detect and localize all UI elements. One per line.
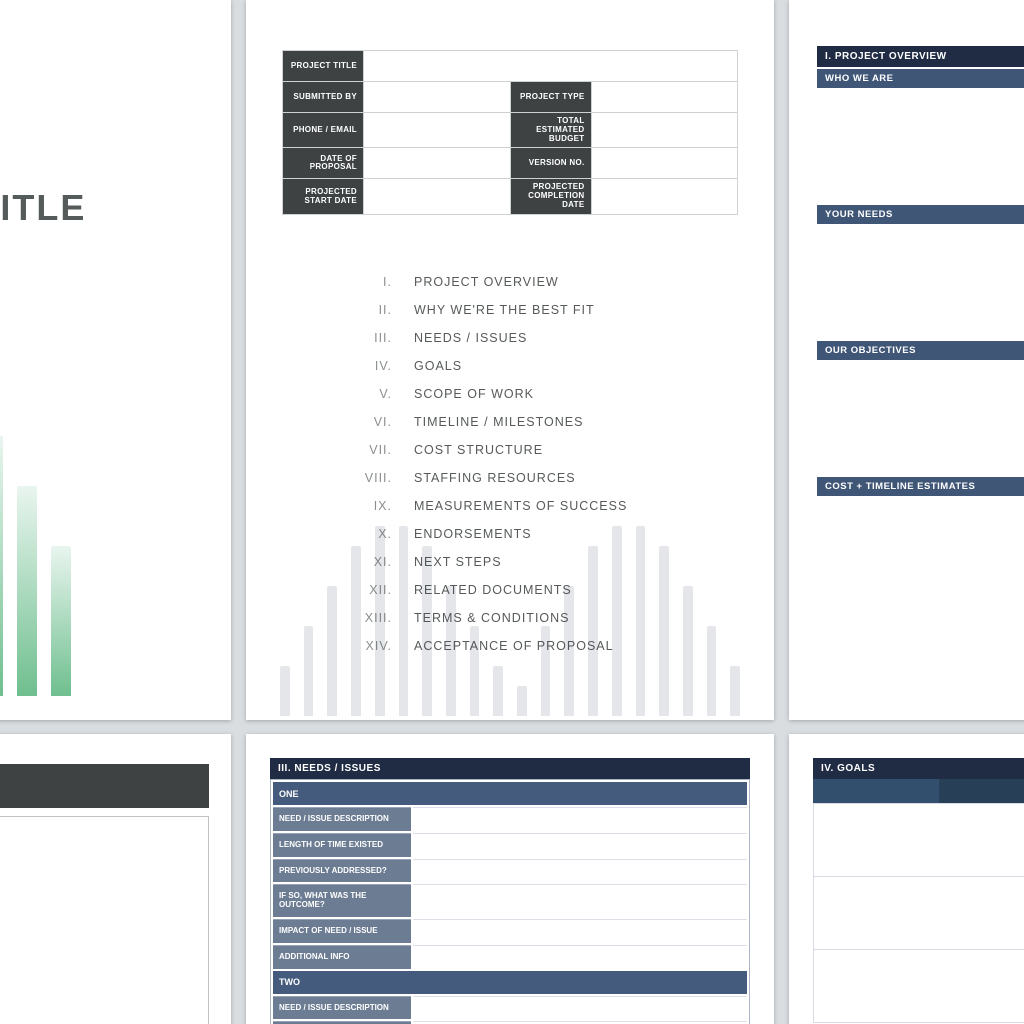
- goals-col-label: GOAL DESCRIPTION: [939, 779, 1024, 803]
- subsection-objectives: OUR OBJECTIVES: [817, 341, 1024, 360]
- subsection-cost: COST + TIMELINE ESTIMATES: [817, 477, 1024, 496]
- template-label: TEMPLATE: [0, 26, 203, 57]
- needs-page: III. NEEDS / ISSUES ONENEED / ISSUE DESC…: [246, 734, 774, 1024]
- bestfit-page: [0, 734, 231, 1024]
- subsection-needs: YOUR NEEDS: [817, 205, 1024, 224]
- cover-page: TEMPLATE PROPOSAL TITLE PREPARED FOR Cli…: [0, 0, 231, 720]
- toc-page: PROJECT TITLESUBMITTED BYPROJECT TYPEPHO…: [246, 0, 774, 720]
- needs-table: ONENEED / ISSUE DESCRIPTIONLENGTH OF TIM…: [270, 779, 750, 1024]
- section-title: I. PROJECT OVERVIEW: [817, 46, 1024, 67]
- project-meta-table: PROJECT TITLESUBMITTED BYPROJECT TYPEPHO…: [282, 50, 738, 215]
- goals-header: GOAL DESCRIPTION: [813, 779, 1024, 803]
- goals-rows: [813, 803, 1024, 1023]
- bestfit-titlebar: [0, 764, 209, 808]
- subsection-who: WHO WE ARE: [817, 69, 1024, 88]
- cover-bars-decor: [0, 400, 231, 720]
- toc-bars-decor: [246, 530, 774, 720]
- prepared-for-label: PREPARED FOR: [0, 349, 203, 377]
- section-title: III. NEEDS / ISSUES: [270, 758, 750, 779]
- overview-page: I. PROJECT OVERVIEW WHO WE ARE YOUR NEED…: [789, 0, 1024, 720]
- proposal-title: PROPOSAL TITLE: [0, 187, 203, 229]
- goals-page: IV. GOALS GOAL DESCRIPTION: [789, 734, 1024, 1024]
- bestfit-panel: [0, 816, 209, 1024]
- section-title: IV. GOALS: [813, 758, 1024, 779]
